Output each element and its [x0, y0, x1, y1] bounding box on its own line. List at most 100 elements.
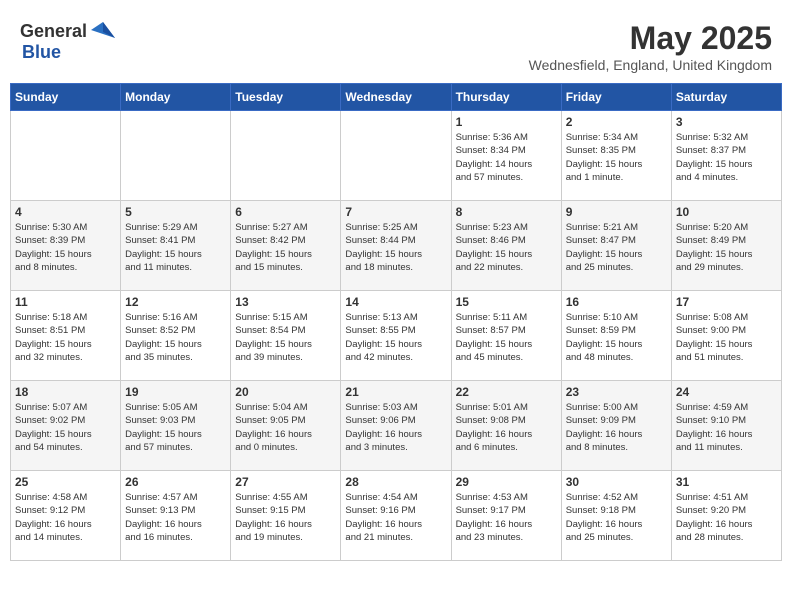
calendar-cell: 4 Sunrise: 5:30 AM Sunset: 8:39 PM Daylig… — [11, 201, 121, 291]
day-number: 23 — [566, 385, 667, 399]
logo-general-text: General — [20, 21, 87, 42]
main-title: May 2025 — [529, 20, 772, 57]
day-info: Sunrise: 4:53 AM Sunset: 9:17 PM Dayligh… — [456, 491, 557, 544]
calendar-week-row: 18Sunrise: 5:07 AM Sunset: 9:02 PM Dayli… — [11, 381, 782, 471]
day-number: 29 — [456, 475, 557, 489]
day-number: 6 — [235, 205, 336, 219]
day-number: 25 — [15, 475, 116, 489]
day-number: 5 — [125, 205, 226, 219]
day-info: Sunrise: 5:34 AM Sunset: 8:35 PM Dayligh… — [566, 131, 667, 184]
calendar-cell — [121, 111, 231, 201]
day-info: Sunrise: 5:20 AM Sunset: 8:49 PM Dayligh… — [676, 221, 777, 274]
weekday-header: Friday — [561, 84, 671, 111]
calendar-cell: 5Sunrise: 5:29 AM Sunset: 8:41 PM Daylig… — [121, 201, 231, 291]
day-info: Sunrise: 5:30 AM Sunset: 8:39 PM Dayligh… — [15, 221, 116, 274]
day-info: Sunrise: 5:18 AM Sunset: 8:51 PM Dayligh… — [15, 311, 116, 364]
calendar-cell: 22 Sunrise: 5:01 AM Sunset: 9:08 PM Dayli… — [451, 381, 561, 471]
day-info: Sunrise: 5:25 AM Sunset: 8:44 PM Dayligh… — [345, 221, 446, 274]
day-number: 3 — [676, 115, 777, 129]
day-number: 17 — [676, 295, 777, 309]
calendar-cell: 25 Sunrise: 4:58 AM Sunset: 9:12 PM Dayli… — [11, 471, 121, 561]
day-info: Sunrise: 5:01 AM Sunset: 9:08 PM Dayligh… — [456, 401, 557, 454]
calendar-cell: 15 Sunrise: 5:11 AM Sunset: 8:57 PM Dayli… — [451, 291, 561, 381]
calendar-cell: 27Sunrise: 4:55 AM Sunset: 9:15 PM Dayli… — [231, 471, 341, 561]
calendar-cell: 16 Sunrise: 5:10 AM Sunset: 8:59 PM Dayli… — [561, 291, 671, 381]
day-number: 9 — [566, 205, 667, 219]
day-number: 28 — [345, 475, 446, 489]
day-number: 13 — [235, 295, 336, 309]
calendar-cell: 28 Sunrise: 4:54 AM Sunset: 9:16 PM Dayli… — [341, 471, 451, 561]
calendar-week-row: 25 Sunrise: 4:58 AM Sunset: 9:12 PM Dayli… — [11, 471, 782, 561]
day-number: 16 — [566, 295, 667, 309]
logo-bird-icon — [89, 20, 117, 42]
day-info: Sunrise: 5:13 AM Sunset: 8:55 PM Dayligh… — [345, 311, 446, 364]
day-number: 26 — [125, 475, 226, 489]
day-info: Sunrise: 4:54 AM Sunset: 9:16 PM Dayligh… — [345, 491, 446, 544]
title-area: May 2025 Wednesfield, England, United Ki… — [529, 20, 772, 73]
day-number: 30 — [566, 475, 667, 489]
calendar-cell: 9 Sunrise: 5:21 AM Sunset: 8:47 PM Daylig… — [561, 201, 671, 291]
calendar-week-row: 11Sunrise: 5:18 AM Sunset: 8:51 PM Dayli… — [11, 291, 782, 381]
calendar-cell: 23 Sunrise: 5:00 AM Sunset: 9:09 PM Dayli… — [561, 381, 671, 471]
day-number: 10 — [676, 205, 777, 219]
calendar-cell: 2 Sunrise: 5:34 AM Sunset: 8:35 PM Daylig… — [561, 111, 671, 201]
day-info: Sunrise: 5:27 AM Sunset: 8:42 PM Dayligh… — [235, 221, 336, 274]
day-number: 4 — [15, 205, 116, 219]
calendar-cell: 3 Sunrise: 5:32 AM Sunset: 8:37 PM Daylig… — [671, 111, 781, 201]
calendar-cell: 19 Sunrise: 5:05 AM Sunset: 9:03 PM Dayli… — [121, 381, 231, 471]
calendar-cell: 1Sunrise: 5:36 AM Sunset: 8:34 PM Daylig… — [451, 111, 561, 201]
weekday-header-row: SundayMondayTuesdayWednesdayThursdayFrid… — [11, 84, 782, 111]
calendar-cell: 24 Sunrise: 4:59 AM Sunset: 9:10 PM Dayli… — [671, 381, 781, 471]
calendar-cell: 7 Sunrise: 5:25 AM Sunset: 8:44 PM Daylig… — [341, 201, 451, 291]
calendar-week-row: 4 Sunrise: 5:30 AM Sunset: 8:39 PM Daylig… — [11, 201, 782, 291]
calendar-cell: 17Sunrise: 5:08 AM Sunset: 9:00 PM Dayli… — [671, 291, 781, 381]
day-info: Sunrise: 4:59 AM Sunset: 9:10 PM Dayligh… — [676, 401, 777, 454]
calendar-cell: 12 Sunrise: 5:16 AM Sunset: 8:52 PM Dayli… — [121, 291, 231, 381]
day-number: 19 — [125, 385, 226, 399]
calendar-cell — [231, 111, 341, 201]
calendar-cell: 31Sunrise: 4:51 AM Sunset: 9:20 PM Dayli… — [671, 471, 781, 561]
subtitle: Wednesfield, England, United Kingdom — [529, 57, 772, 73]
day-number: 12 — [125, 295, 226, 309]
day-info: Sunrise: 5:23 AM Sunset: 8:46 PM Dayligh… — [456, 221, 557, 274]
day-number: 24 — [676, 385, 777, 399]
page-header: General Blue May 2025 Wednesfield, Engla… — [10, 10, 782, 79]
day-number: 15 — [456, 295, 557, 309]
calendar-week-row: 1Sunrise: 5:36 AM Sunset: 8:34 PM Daylig… — [11, 111, 782, 201]
calendar-cell: 11Sunrise: 5:18 AM Sunset: 8:51 PM Dayli… — [11, 291, 121, 381]
logo-blue-text: Blue — [22, 42, 61, 62]
day-number: 20 — [235, 385, 336, 399]
calendar-cell — [341, 111, 451, 201]
day-info: Sunrise: 4:51 AM Sunset: 9:20 PM Dayligh… — [676, 491, 777, 544]
day-info: Sunrise: 5:00 AM Sunset: 9:09 PM Dayligh… — [566, 401, 667, 454]
calendar-cell: 13 Sunrise: 5:15 AM Sunset: 8:54 PM Dayli… — [231, 291, 341, 381]
calendar-cell: 30Sunrise: 4:52 AM Sunset: 9:18 PM Dayli… — [561, 471, 671, 561]
day-info: Sunrise: 5:05 AM Sunset: 9:03 PM Dayligh… — [125, 401, 226, 454]
calendar-cell — [11, 111, 121, 201]
weekday-header: Thursday — [451, 84, 561, 111]
day-info: Sunrise: 4:57 AM Sunset: 9:13 PM Dayligh… — [125, 491, 226, 544]
day-info: Sunrise: 5:11 AM Sunset: 8:57 PM Dayligh… — [456, 311, 557, 364]
day-info: Sunrise: 5:32 AM Sunset: 8:37 PM Dayligh… — [676, 131, 777, 184]
calendar-cell: 21Sunrise: 5:03 AM Sunset: 9:06 PM Dayli… — [341, 381, 451, 471]
day-info: Sunrise: 4:55 AM Sunset: 9:15 PM Dayligh… — [235, 491, 336, 544]
day-number: 2 — [566, 115, 667, 129]
day-number: 8 — [456, 205, 557, 219]
day-info: Sunrise: 5:07 AM Sunset: 9:02 PM Dayligh… — [15, 401, 116, 454]
calendar-cell: 6 Sunrise: 5:27 AM Sunset: 8:42 PM Daylig… — [231, 201, 341, 291]
day-info: Sunrise: 4:58 AM Sunset: 9:12 PM Dayligh… — [15, 491, 116, 544]
calendar-cell: 20 Sunrise: 5:04 AM Sunset: 9:05 PM Dayli… — [231, 381, 341, 471]
day-info: Sunrise: 5:10 AM Sunset: 8:59 PM Dayligh… — [566, 311, 667, 364]
weekday-header: Monday — [121, 84, 231, 111]
weekday-header: Wednesday — [341, 84, 451, 111]
weekday-header: Saturday — [671, 84, 781, 111]
calendar-cell: 14Sunrise: 5:13 AM Sunset: 8:55 PM Dayli… — [341, 291, 451, 381]
day-number: 22 — [456, 385, 557, 399]
calendar-cell: 26 Sunrise: 4:57 AM Sunset: 9:13 PM Dayli… — [121, 471, 231, 561]
calendar-table: SundayMondayTuesdayWednesdayThursdayFrid… — [10, 83, 782, 561]
day-info: Sunrise: 5:21 AM Sunset: 8:47 PM Dayligh… — [566, 221, 667, 274]
day-info: Sunrise: 5:16 AM Sunset: 8:52 PM Dayligh… — [125, 311, 226, 364]
day-number: 7 — [345, 205, 446, 219]
day-info: Sunrise: 5:04 AM Sunset: 9:05 PM Dayligh… — [235, 401, 336, 454]
day-info: Sunrise: 5:15 AM Sunset: 8:54 PM Dayligh… — [235, 311, 336, 364]
